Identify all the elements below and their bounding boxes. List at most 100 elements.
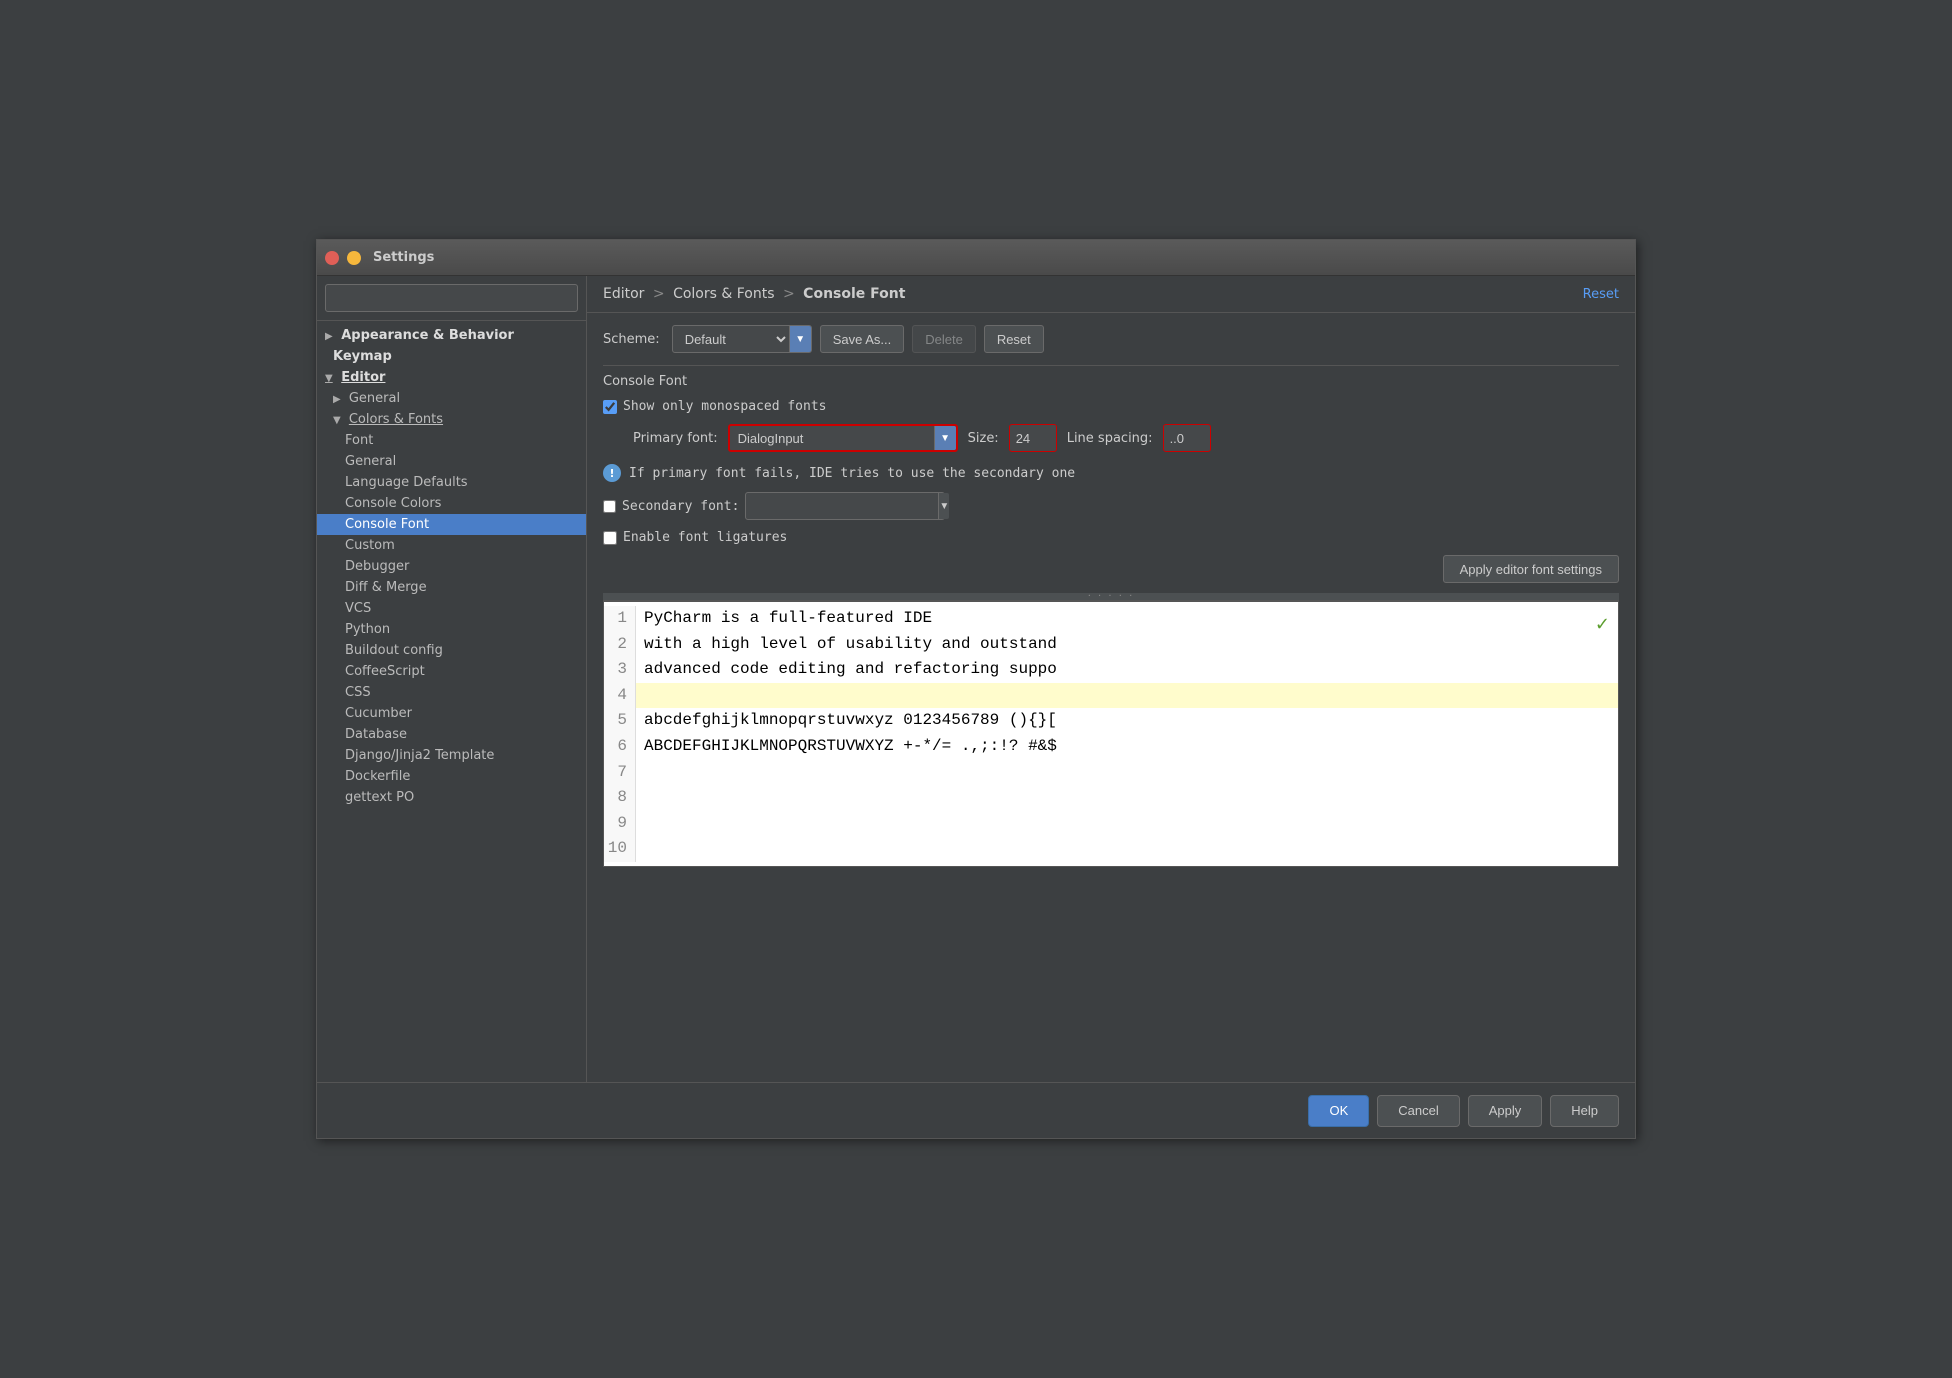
divider-1	[603, 365, 1619, 366]
expand-arrow-icon: ▶	[325, 331, 333, 342]
ok-button[interactable]: OK	[1308, 1095, 1369, 1127]
sidebar-item-coffeescript[interactable]: CoffeeScript	[317, 661, 586, 682]
breadcrumb: Editor > Colors & Fonts > Console Font	[603, 286, 905, 302]
line-number: 8	[604, 785, 636, 811]
sidebar-item-gettext-po[interactable]: gettext PO	[317, 787, 586, 808]
sidebar-item-django-jinja2[interactable]: Django/Jinja2 Template	[317, 745, 586, 766]
line-number: 2	[604, 632, 636, 658]
preview-line-1: 1 PyCharm is a full-featured IDE	[604, 606, 1618, 632]
sidebar-item-css[interactable]: CSS	[317, 682, 586, 703]
sidebar-item-font[interactable]: Font	[317, 430, 586, 451]
scheme-select[interactable]: Default Darcula High Contrast	[673, 331, 789, 348]
section-title: Console Font	[603, 374, 1619, 389]
line-number: 5	[604, 708, 636, 734]
size-input[interactable]	[1009, 424, 1057, 452]
sidebar-item-console-colors[interactable]: Console Colors	[317, 493, 586, 514]
sidebar-item-editor[interactable]: ▼ Editor	[317, 367, 586, 388]
preview-area: 1 PyCharm is a full-featured IDE 2 with …	[603, 601, 1619, 867]
preview-line-8: 8	[604, 785, 1618, 811]
scheme-label: Scheme:	[603, 332, 660, 347]
breadcrumb-colors-fonts: Colors & Fonts	[673, 286, 774, 302]
sidebar-item-debugger[interactable]: Debugger	[317, 556, 586, 577]
secondary-font-dropdown-button[interactable]: ▼	[938, 493, 949, 519]
header-reset-link[interactable]: Reset	[1583, 287, 1619, 302]
line-number: 10	[604, 836, 636, 862]
apply-editor-font-button[interactable]: Apply editor font settings	[1443, 555, 1619, 583]
expand-arrow-icon: ▶	[333, 394, 341, 405]
line-spacing-label: Line spacing:	[1067, 431, 1153, 446]
preview-drag-handle[interactable]: · · · · ·	[603, 593, 1619, 601]
cancel-button[interactable]: Cancel	[1377, 1095, 1459, 1127]
sidebar-item-keymap[interactable]: Keymap	[317, 346, 586, 367]
monospaced-checkbox[interactable]	[603, 400, 617, 414]
secondary-font-checkbox[interactable]	[603, 500, 616, 513]
panel-body: Scheme: Default Darcula High Contrast ▼ …	[587, 313, 1635, 1082]
monospaced-row: Show only monospaced fonts	[603, 399, 1619, 414]
sidebar-item-python[interactable]: Python	[317, 619, 586, 640]
line-number: 1	[604, 606, 636, 632]
panel-header: Editor > Colors & Fonts > Console Font R…	[587, 276, 1635, 313]
line-spacing-input[interactable]	[1163, 424, 1211, 452]
titlebar: Settings	[317, 240, 1635, 276]
sidebar-item-language-defaults[interactable]: Language Defaults	[317, 472, 586, 493]
sidebar-item-buildout-config[interactable]: Buildout config	[317, 640, 586, 661]
line-number: 3	[604, 657, 636, 683]
preview-line-9: 9	[604, 811, 1618, 837]
sidebar-item-diff-merge[interactable]: Diff & Merge	[317, 577, 586, 598]
sidebar-item-cucumber[interactable]: Cucumber	[317, 703, 586, 724]
search-wrap	[317, 276, 586, 321]
sidebar-item-general2[interactable]: General	[317, 451, 586, 472]
reset-button[interactable]: Reset	[984, 325, 1044, 353]
ligatures-checkbox[interactable]	[603, 531, 617, 545]
line-number: 7	[604, 760, 636, 786]
preview-line-10: 10	[604, 836, 1618, 862]
close-button[interactable]	[325, 251, 339, 265]
line-number: 9	[604, 811, 636, 837]
content-area: ▶ Appearance & Behavior Keymap ▼ Editor …	[317, 276, 1635, 1082]
secondary-font-input[interactable]	[746, 499, 938, 514]
settings-window: Settings ▶ Appearance & Behavior Keymap	[316, 239, 1636, 1139]
preview-line-7: 7	[604, 760, 1618, 786]
sidebar-item-appearance[interactable]: ▶ Appearance & Behavior	[317, 325, 586, 346]
scheme-select-wrap: Default Darcula High Contrast ▼	[672, 325, 812, 353]
info-row: ! If primary font fails, IDE tries to us…	[603, 464, 1619, 482]
preview-line-5: 5 abcdefghijklmnopqrstuvwxyz 0123456789 …	[604, 708, 1618, 734]
scheme-dropdown-button[interactable]: ▼	[789, 326, 811, 352]
expand-arrow-icon: ▼	[333, 415, 341, 426]
primary-font-dropdown-button[interactable]: ▼	[934, 426, 956, 450]
preview-text-6: ABCDEFGHIJKLMNOPQRSTUVWXYZ +-*/= .,;:!? …	[636, 734, 1618, 760]
bottom-bar: OK Cancel Apply Help	[317, 1082, 1635, 1138]
sidebar-item-colors-fonts[interactable]: ▼ Colors & Fonts	[317, 409, 586, 430]
delete-button[interactable]: Delete	[912, 325, 976, 353]
breadcrumb-editor: Editor	[603, 286, 644, 302]
sidebar-item-dockerfile[interactable]: Dockerfile	[317, 766, 586, 787]
preview-text-8	[636, 785, 1618, 811]
preview-line-3: 3 advanced code editing and refactoring …	[604, 657, 1618, 683]
help-button[interactable]: Help	[1550, 1095, 1619, 1127]
primary-font-label: Primary font:	[633, 431, 718, 446]
preview-line-6: 6 ABCDEFGHIJKLMNOPQRSTUVWXYZ +-*/= .,;:!…	[604, 734, 1618, 760]
search-input[interactable]	[325, 284, 578, 312]
primary-font-input[interactable]	[730, 431, 934, 446]
sidebar-item-custom[interactable]: Custom	[317, 535, 586, 556]
sidebar-item-general[interactable]: ▶ General	[317, 388, 586, 409]
sidebar-item-database[interactable]: Database	[317, 724, 586, 745]
monospaced-label: Show only monospaced fonts	[623, 399, 827, 414]
preview-text-3: advanced code editing and refactoring su…	[636, 657, 1618, 683]
secondary-font-label: Secondary font:	[622, 499, 739, 514]
apply-button[interactable]: Apply	[1468, 1095, 1543, 1127]
sidebar-item-console-font[interactable]: Console Font	[317, 514, 586, 535]
size-label: Size:	[968, 431, 999, 446]
window-title: Settings	[373, 250, 434, 265]
expand-arrow-icon: ▼	[325, 373, 333, 384]
minimize-button[interactable]	[347, 251, 361, 265]
save-as-button[interactable]: Save As...	[820, 325, 905, 353]
scheme-row: Scheme: Default Darcula High Contrast ▼ …	[603, 325, 1619, 353]
sidebar-item-vcs[interactable]: VCS	[317, 598, 586, 619]
preview-text-4	[636, 683, 1618, 709]
breadcrumb-current: Console Font	[803, 286, 905, 302]
preview-text-2: with a high level of usability and outst…	[636, 632, 1618, 658]
preview-text-10	[636, 836, 1618, 862]
line-number: 4	[604, 683, 636, 709]
checkmark-icon: ✓	[1595, 614, 1610, 635]
